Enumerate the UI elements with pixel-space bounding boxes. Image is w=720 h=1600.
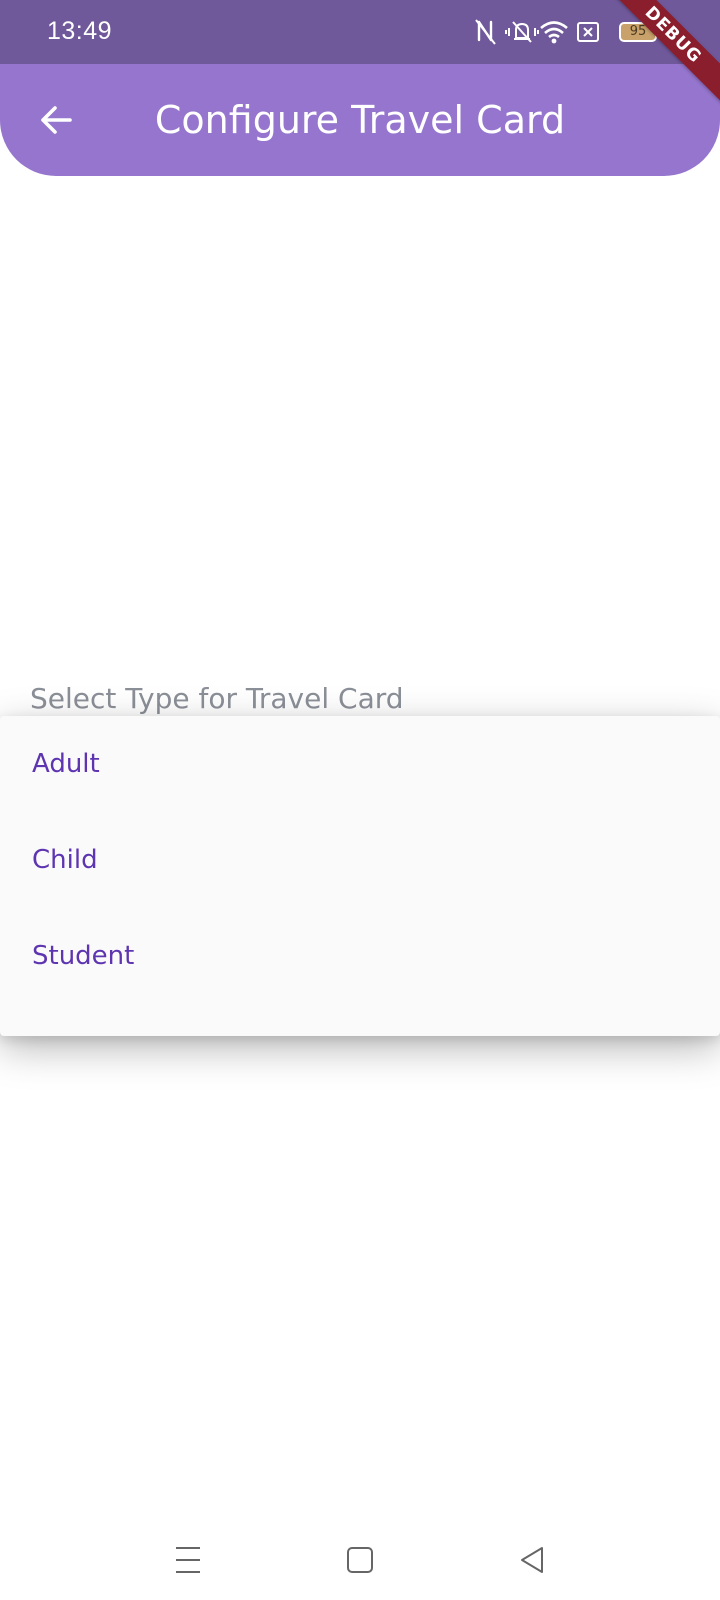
sim-x-icon — [577, 22, 599, 42]
dropdown-option-adult[interactable]: Adult — [0, 716, 720, 812]
home-icon[interactable] — [340, 1540, 380, 1580]
dropdown-option-student[interactable]: Student — [0, 908, 720, 1004]
travel-card-type-dropdown: Adult Child Student — [0, 716, 720, 1036]
back-triangle-icon[interactable] — [512, 1540, 552, 1580]
status-time: 13:49 — [47, 17, 113, 45]
dropdown-option-child[interactable]: Child — [0, 812, 720, 908]
status-bar: 13:49 95 — [0, 0, 720, 64]
wifi-icon — [540, 21, 568, 44]
vibrate-icon — [505, 21, 539, 43]
app-bar: Configure Travel Card — [0, 64, 720, 176]
menu-icon[interactable] — [168, 1540, 208, 1580]
travel-card-type-label: Select Type for Travel Card — [30, 682, 404, 715]
page-title: Configure Travel Card — [154, 98, 566, 142]
system-nav-bar — [0, 1520, 720, 1590]
nfc-icon — [475, 19, 496, 45]
back-button[interactable] — [28, 92, 84, 148]
arrow-left-icon — [41, 106, 72, 134]
